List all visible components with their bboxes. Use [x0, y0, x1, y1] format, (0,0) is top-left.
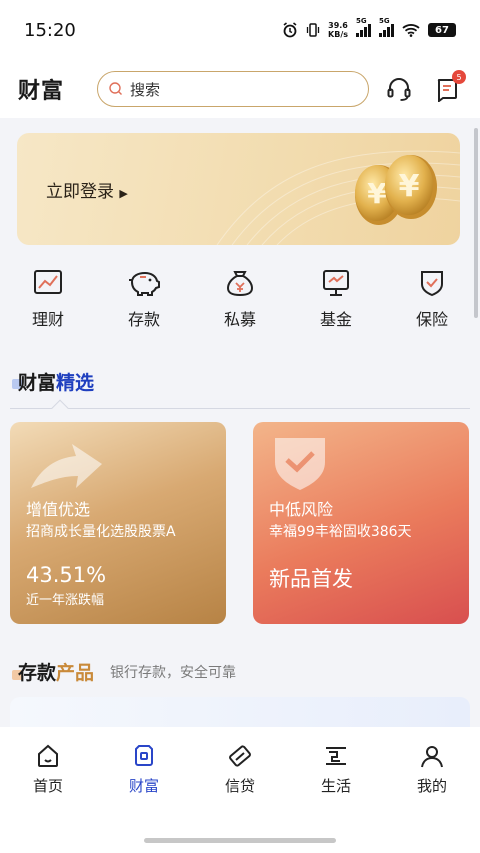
- divider: [10, 408, 470, 409]
- message-badge: 5: [452, 70, 466, 84]
- life-icon: [326, 747, 346, 765]
- sim2-label: 5G: [379, 17, 390, 25]
- alarm-icon: [283, 22, 297, 38]
- card-tag: 新品首发: [269, 567, 353, 591]
- card-return-rate: 43.51%: [26, 563, 107, 587]
- status-bar: 15:20 39.6 KB/s 5G 5G 67: [0, 0, 480, 60]
- quick-label: 基金: [319, 310, 352, 329]
- header: 财富 搜索 5: [0, 60, 480, 118]
- quick-item-private-fund[interactable]: 私募: [192, 268, 288, 330]
- signal-icon-2: 5G: [379, 17, 394, 37]
- net-speed-unit: KB/s: [328, 30, 348, 39]
- tab-label: 我的: [416, 777, 447, 795]
- tab-wealth[interactable]: 财富: [96, 743, 192, 796]
- tab-home[interactable]: 首页: [0, 743, 96, 796]
- title-highlight: 精选: [56, 372, 95, 394]
- search-icon: [109, 82, 123, 95]
- divider-notch: [51, 399, 69, 417]
- net-speed-value: 39.6: [328, 21, 348, 30]
- title-part: 财富: [18, 372, 57, 394]
- chart-icon: [34, 270, 62, 294]
- gold-coin-icon: ¥ ¥: [355, 155, 437, 225]
- card-subtitle: 招商成长量化选股股票A: [26, 524, 176, 540]
- profile-icon: [421, 746, 443, 768]
- title-part: 存款: [18, 662, 57, 684]
- quick-label: 保险: [415, 310, 448, 329]
- shield-check-icon: [421, 271, 443, 297]
- wealth-icon: [135, 745, 153, 766]
- section-subtitle: 银行存款，安全可靠: [110, 665, 236, 681]
- title-highlight: 产品: [56, 662, 95, 684]
- tab-profile[interactable]: 我的: [384, 743, 480, 796]
- quick-label: 存款: [127, 310, 160, 329]
- quick-label: 私募: [223, 310, 256, 329]
- card-note: 近一年涨跌幅: [26, 593, 105, 608]
- battery-indicator: 67: [428, 23, 456, 37]
- tab-label: 财富: [128, 777, 159, 795]
- headset-icon: [387, 78, 411, 101]
- caret-right-icon: ▶: [119, 187, 128, 200]
- status-icons: 39.6 KB/s 5G 5G 67: [282, 17, 456, 39]
- status-time: 15:20: [24, 19, 76, 41]
- piggy-bank-icon: [129, 271, 160, 296]
- quick-item-licai[interactable]: 理财: [0, 268, 96, 330]
- tab-credit[interactable]: 信贷: [192, 743, 288, 796]
- sim1-label: 5G: [356, 17, 367, 25]
- product-card-growth[interactable]: 增值优选 招商成长量化选股股票A 43.51% 近一年涨跌幅: [10, 422, 226, 624]
- section-title-deposit: 存款产品: [18, 658, 94, 685]
- quick-menu: 理财 存款 私募 基金 保险: [0, 268, 480, 330]
- bottom-tab-bar: 首页 财富 信贷 生活 我的: [0, 727, 480, 853]
- tab-life[interactable]: 生活: [288, 743, 384, 796]
- net-speed: 39.6 KB/s: [328, 21, 348, 39]
- page-title: 财富: [18, 79, 65, 104]
- quick-item-insurance[interactable]: 保险: [384, 268, 480, 330]
- svg-text:¥: ¥: [367, 177, 387, 210]
- signal-icon: 5G: [356, 17, 371, 37]
- card-title: 增值优选: [26, 500, 91, 519]
- svg-text:¥: ¥: [399, 169, 420, 204]
- tab-label: 信贷: [224, 777, 255, 795]
- tab-label: 首页: [32, 777, 63, 795]
- quick-label: 理财: [31, 310, 64, 329]
- card-subtitle: 幸福99丰裕固收386天: [269, 524, 412, 540]
- home-indicator[interactable]: [144, 838, 336, 843]
- section-title-featured: 财富精选: [18, 368, 94, 395]
- home-icon: [38, 744, 58, 767]
- quick-item-deposit[interactable]: 存款: [96, 268, 192, 330]
- product-card-low-risk[interactable]: 中低风险 幸福99丰裕固收386天 新品首发: [253, 422, 469, 624]
- vibrate-icon: [306, 23, 320, 37]
- customer-service-button[interactable]: [384, 74, 414, 104]
- card-title: 中低风险: [269, 500, 334, 519]
- tab-label: 生活: [320, 777, 351, 795]
- quick-item-fund[interactable]: 基金: [288, 268, 384, 330]
- login-link[interactable]: 立即登录 ▶: [46, 177, 128, 202]
- search-input[interactable]: 搜索: [97, 71, 370, 107]
- wifi-icon: [402, 24, 420, 37]
- message-button[interactable]: 5: [432, 70, 466, 104]
- credit-icon: [229, 745, 251, 767]
- login-banner[interactable]: 立即登录 ▶ ¥ ¥: [17, 133, 460, 245]
- arrow-up-icon: [31, 444, 102, 488]
- money-bag-icon: [226, 271, 254, 297]
- fund-screen-icon: [323, 270, 349, 296]
- shield-icon: [275, 438, 325, 490]
- search-placeholder: 搜索: [130, 80, 161, 99]
- login-label: 立即登录: [46, 182, 114, 202]
